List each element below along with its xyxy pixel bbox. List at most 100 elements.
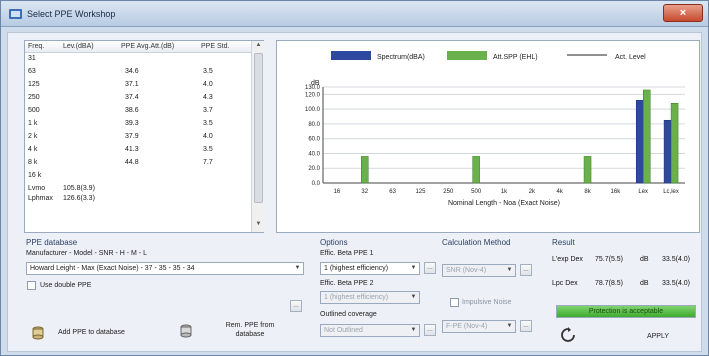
eff-ppe2-label: Effic. Beta PPE 2 xyxy=(320,280,374,287)
column-header-ppe-att[interactable]: PPE Avg.Att.(dB) xyxy=(121,43,174,50)
list-cell: 44.8 xyxy=(125,159,139,166)
legend-swatch-spectrum xyxy=(331,51,371,60)
list-row[interactable]: 500 38.6 3.7 xyxy=(25,106,251,115)
x-tick-label: 1k xyxy=(501,189,508,195)
x-tick-label: Lex xyxy=(638,189,648,195)
x-tick-label: 4k xyxy=(557,189,564,195)
y-tick-label: 120.0 xyxy=(305,92,321,98)
result-row2-unit: dB xyxy=(640,280,649,287)
title-bar[interactable]: Select PPE Workshop × xyxy=(1,1,708,27)
result-row1-unit: dB xyxy=(640,256,649,263)
close-button[interactable]: × xyxy=(663,4,703,22)
list-cell: 34.6 xyxy=(125,68,139,75)
calc-standard-spin[interactable]: … xyxy=(520,320,532,332)
x-tick-label: 500 xyxy=(471,189,482,195)
legend-swatch-attenuation xyxy=(447,51,487,60)
result-row1-value: 75.7(5.5) xyxy=(595,256,624,263)
calc-method-value: SNR (Nov-4) xyxy=(446,267,487,274)
remove-ppe-button[interactable]: Rem. PPE from database xyxy=(176,318,296,346)
legend-label-act-level: Act. Level xyxy=(615,54,646,61)
list-cell: 500 xyxy=(28,107,40,114)
ppe-spin-button[interactable]: … xyxy=(290,300,302,312)
x-tick-label: 16k xyxy=(611,189,622,195)
x-tick-label: 8k xyxy=(584,189,591,195)
column-header-ppe-std[interactable]: PPE Std. xyxy=(201,43,229,50)
ppe-select[interactable]: Howard Leight - Max (Exact Noise) - 37 -… xyxy=(26,262,304,275)
list-cell: 3.5 xyxy=(203,120,213,127)
bar-attenuation xyxy=(472,156,480,184)
y-tick-label: 20.0 xyxy=(308,166,320,172)
outlined-coverage-spin[interactable]: … xyxy=(424,324,436,336)
list-cell: 4.3 xyxy=(203,94,213,101)
scroll-down-icon[interactable]: ▼ xyxy=(254,221,263,230)
list-row[interactable]: 125 37.1 4.0 xyxy=(25,80,251,89)
y-tick-label: 100.0 xyxy=(305,107,321,113)
chevron-down-icon: ▼ xyxy=(410,327,417,333)
calc-method-select[interactable]: SNR (Nov-4) ▼ xyxy=(442,264,516,277)
add-ppe-button[interactable]: Add PPE to database xyxy=(28,322,158,344)
list-cell: 3.5 xyxy=(203,68,213,75)
result-row1-label: L'exp Dex xyxy=(552,256,583,263)
list-cell: 63 xyxy=(28,68,36,75)
legend-label-spectrum: Spectrum(dBA) xyxy=(377,54,425,61)
eff-ppe1-select[interactable]: 1 (highest efficiency) ▼ xyxy=(320,262,420,275)
ppe-list-view[interactable]: Freq. Lev.(dBA) PPE Avg.Att.(dB) PPE Std… xyxy=(24,40,264,233)
list-cell: 2 k xyxy=(28,133,38,140)
refresh-icon[interactable] xyxy=(560,327,576,343)
list-row[interactable]: 1 k 39.3 3.5 xyxy=(25,119,251,128)
list-cell: 1 k xyxy=(28,120,38,127)
summary-label: Lvmo xyxy=(28,185,46,192)
spectrum-chart: Spectrum(dBA) Att.SPP (EHL) Act. LeveldB0.… xyxy=(305,51,685,207)
options-title: Options xyxy=(320,238,348,247)
list-row[interactable]: 31 xyxy=(25,54,251,63)
list-cell: 4.0 xyxy=(203,133,213,140)
list-cell: 31 xyxy=(28,55,36,62)
scroll-up-icon[interactable]: ▲ xyxy=(254,42,263,51)
result-row2-label: Lpc Dex xyxy=(552,280,578,287)
column-header-freq[interactable]: Freq. xyxy=(28,43,44,50)
list-scrollbar[interactable]: ▲ ▼ xyxy=(251,41,264,232)
outlined-coverage-label: Outlined coverage xyxy=(320,311,377,318)
list-cell: 4.0 xyxy=(203,81,213,88)
y-tick-label: 40.0 xyxy=(308,151,320,157)
bar-attenuation xyxy=(670,102,679,184)
list-cell: 3.7 xyxy=(203,107,213,114)
add-database-icon xyxy=(32,326,44,340)
list-row[interactable]: 8 k 44.8 7.7 xyxy=(25,158,251,167)
list-row[interactable]: 4 k 41.3 3.5 xyxy=(25,145,251,154)
calc-method-spin[interactable]: … xyxy=(520,264,532,276)
eff-ppe2-select[interactable]: 1 (highest efficiency) ▼ xyxy=(320,291,420,304)
list-row[interactable]: 63 34.6 3.5 xyxy=(25,67,251,76)
ppe-database-title: PPE database xyxy=(26,238,78,247)
x-tick-label: 125 xyxy=(415,189,426,195)
list-row[interactable]: 2 k 37.9 4.0 xyxy=(25,132,251,141)
list-cell: 8 k xyxy=(28,159,38,166)
use-double-ppe-checkbox[interactable] xyxy=(27,281,36,290)
bar-spectrum xyxy=(635,100,644,184)
impulsive-noise-checkbox[interactable] xyxy=(450,298,459,307)
x-tick-label: 32 xyxy=(361,189,368,195)
x-tick-label: Lc,lex xyxy=(663,189,679,195)
outlined-coverage-select[interactable]: Not Outlined ▼ xyxy=(320,324,420,337)
list-cell: 125 xyxy=(28,81,40,88)
list-row[interactable]: 250 37.4 4.3 xyxy=(25,93,251,102)
column-header-level[interactable]: Lev.(dBA) xyxy=(63,43,94,50)
calc-standard-select[interactable]: F-PE (Nov-4) ▼ xyxy=(442,320,516,333)
result-row2-value: 78.7(8.5) xyxy=(595,280,624,287)
chevron-down-icon: ▼ xyxy=(410,294,417,300)
scroll-thumb[interactable] xyxy=(254,53,263,203)
list-row[interactable]: 16 k xyxy=(25,171,251,180)
chevron-down-icon: ▼ xyxy=(506,323,513,329)
window-title: Select PPE Workshop xyxy=(27,9,116,19)
apply-button[interactable]: APPLY xyxy=(628,330,688,344)
eff-ppe1-value: 1 (highest efficiency) xyxy=(324,265,389,272)
summary-label: Lphmax xyxy=(28,195,53,202)
list-body: 31 63 34.6 3.5 125 37.1 4.0 250 37.4 4.3 500 38.6 3.… xyxy=(25,54,251,232)
eff-ppe1-spin[interactable]: … xyxy=(424,262,436,274)
result-title: Result xyxy=(552,238,575,247)
x-tick-label: 2k xyxy=(529,189,536,195)
outlined-coverage-value: Not Outlined xyxy=(324,327,363,334)
summary-row: Lvmo 105.8(3.9) xyxy=(25,184,251,193)
ppe-filter-row: Manufacturer - Model - SNR - H - M - L xyxy=(26,250,147,257)
ppe-select-value: Howard Leight - Max (Exact Noise) - 37 -… xyxy=(30,265,195,272)
